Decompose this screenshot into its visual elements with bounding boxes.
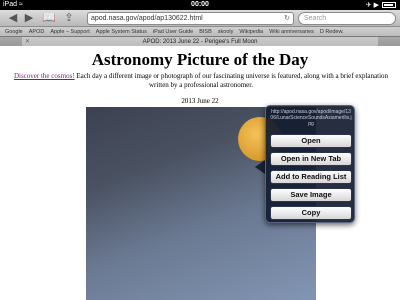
bookmark-item[interactable]: D Redew. bbox=[320, 29, 344, 35]
bookmark-item[interactable]: Wiki anniversaries bbox=[269, 29, 314, 35]
reload-icon[interactable]: ↻ bbox=[284, 13, 290, 24]
bookmark-item[interactable]: iPad User Guide bbox=[153, 29, 193, 35]
open-new-tab-button[interactable]: Open in New Tab bbox=[270, 152, 352, 166]
bookmark-item[interactable]: Apple System Status bbox=[96, 29, 147, 35]
url-text: apod.nasa.gov/apod/ap130622.html bbox=[91, 15, 203, 22]
bookmark-item[interactable]: BISB bbox=[199, 29, 212, 35]
open-button[interactable]: Open bbox=[270, 134, 352, 148]
bookmark-item[interactable]: APOD bbox=[29, 29, 45, 35]
bookmark-item[interactable]: Wikipedia bbox=[239, 29, 263, 35]
intro-text: Each day a different image or photograph… bbox=[74, 72, 389, 89]
search-input[interactable]: Search bbox=[298, 12, 396, 25]
image-context-menu: http://apod.nasa.gov/apod/image/1306/Lun… bbox=[265, 105, 355, 223]
back-button[interactable]: ◀ bbox=[6, 12, 20, 25]
page-title: Astronomy Picture of the Day bbox=[91, 50, 309, 69]
save-image-button[interactable]: Save Image bbox=[270, 188, 352, 202]
status-right: ✈ ▶ bbox=[366, 1, 396, 9]
browser-toolbar: ◀ ▶ 📖 ⇪ apod.nasa.gov/apod/ap130622.html… bbox=[0, 10, 400, 27]
forward-button[interactable]: ▶ bbox=[22, 12, 36, 25]
add-reading-list-button[interactable]: Add to Reading List bbox=[270, 170, 352, 184]
popup-arrow bbox=[255, 160, 265, 174]
copy-button[interactable]: Copy bbox=[270, 206, 352, 220]
clock: 00:00 bbox=[191, 1, 209, 8]
status-bar: iPad ≈ 00:00 ✈ ▶ bbox=[0, 0, 400, 10]
battery-icon bbox=[382, 2, 396, 8]
tab-bar: ✕ APOD: 2013 June 22 - Perigee's Full Mo… bbox=[0, 36, 400, 47]
bookmark-item[interactable]: skooly bbox=[218, 29, 234, 35]
date-label: 2013 June 22 bbox=[181, 97, 219, 105]
status-icons: ✈ ▶ bbox=[365, 2, 379, 9]
intro-paragraph: Discover the cosmos! Each day a differen… bbox=[8, 72, 394, 90]
bookmarks-bar: Google APOD Apple – Support Apple System… bbox=[0, 27, 400, 36]
tab-title: APOD: 2013 June 22 - Perigee's Full Moon bbox=[142, 39, 258, 45]
popup-url: http://apod.nasa.gov/apod/image/1306/Lun… bbox=[270, 109, 352, 127]
bookmark-item[interactable]: Google bbox=[5, 29, 23, 35]
bookmark-item[interactable]: Apple – Support bbox=[50, 29, 89, 35]
bookmarks-icon[interactable]: 📖 bbox=[42, 12, 56, 25]
share-icon[interactable]: ⇪ bbox=[62, 12, 76, 25]
address-bar[interactable]: apod.nasa.gov/apod/ap130622.html ↻ bbox=[87, 12, 294, 25]
discover-link[interactable]: Discover the cosmos! bbox=[14, 72, 75, 80]
